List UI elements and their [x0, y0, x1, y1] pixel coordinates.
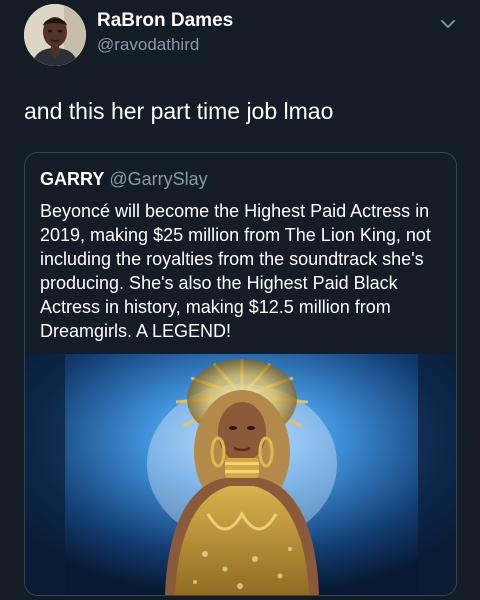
performer-photo — [25, 354, 456, 595]
quoted-handle: @GarrySlay — [109, 169, 208, 189]
quoted-media-photo[interactable] — [25, 354, 456, 595]
author-handle[interactable]: @ravodathird — [97, 35, 233, 55]
quoted-tweet[interactable]: GARRY @GarrySlay Beyoncé will become the… — [24, 152, 457, 596]
quoted-tweet-text: Beyoncé will become the Highest Paid Act… — [40, 201, 431, 341]
author-info: RaBron Dames @ravodathird — [97, 10, 233, 55]
chevron-down-icon[interactable] — [440, 16, 456, 32]
author-display-name[interactable]: RaBron Dames — [97, 10, 233, 32]
tweet-text: and this her part time job lmao — [24, 98, 334, 124]
avatar-photo — [24, 4, 86, 66]
tweet: RaBron Dames @ravodathird and this her p… — [0, 0, 480, 600]
avatar[interactable] — [24, 4, 86, 66]
quoted-tweet-author: GARRY @GarrySlay — [40, 168, 208, 190]
quoted-display-name: GARRY — [40, 169, 105, 189]
